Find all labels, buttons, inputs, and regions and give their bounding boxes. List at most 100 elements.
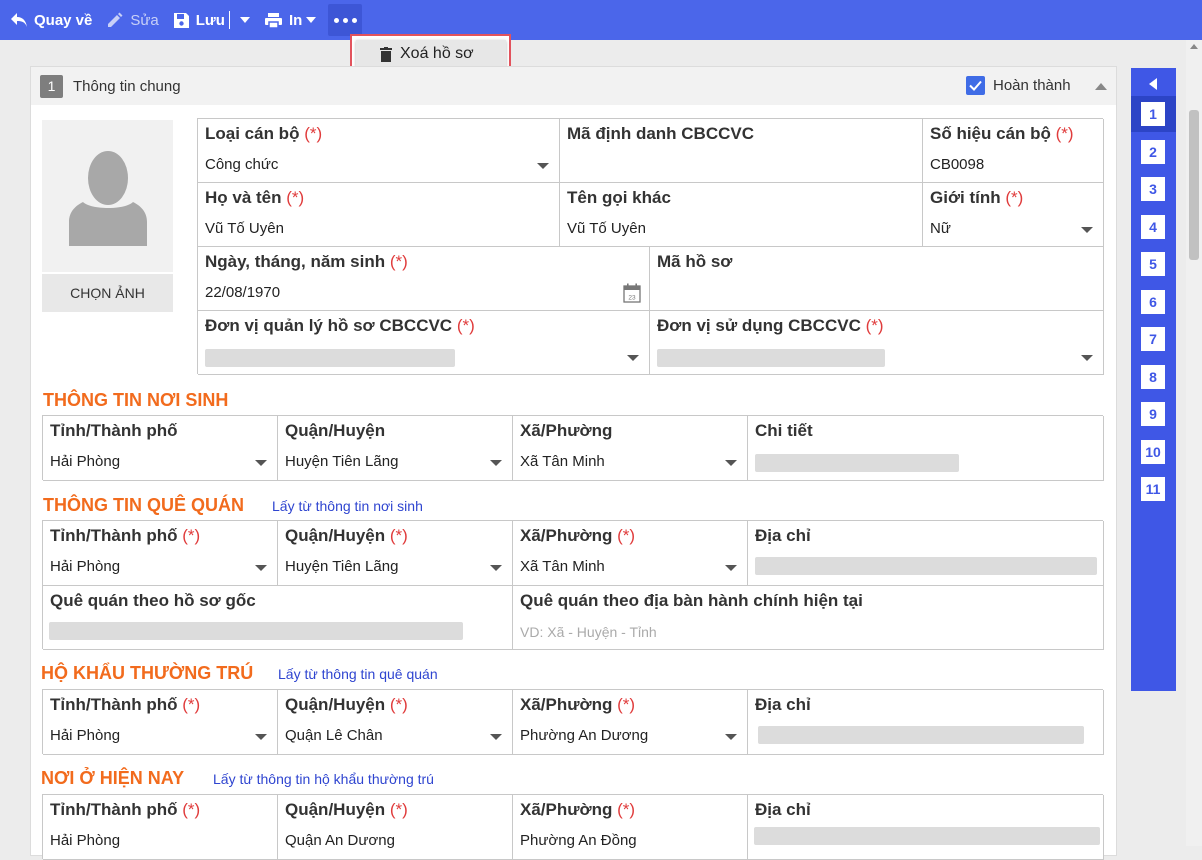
staff-type-field[interactable]: Loại cán bộ (*) Công chức [198,119,560,183]
delete-record-label: Xoá hồ sơ [400,45,474,62]
pencil-icon [108,12,123,27]
section-nav-item-1[interactable]: 1 [1141,102,1165,126]
section-nav-item-3[interactable]: 3 [1141,177,1165,201]
chevron-down-icon[interactable] [490,734,502,740]
print-label: In [288,11,303,29]
field-value: Nữ [930,220,951,237]
save-button[interactable]: Lưu [173,0,225,40]
toolbar-divider [228,11,230,29]
edit-button[interactable]: Sửa [106,0,159,40]
birth-date-field[interactable]: Ngày, tháng, năm sinh (*) 22/08/1970 23 [198,247,650,311]
chevron-down-icon[interactable] [725,565,737,571]
using-unit-field[interactable]: Đơn vị sử dụng CBCCVC (*) [650,311,1104,375]
birth-district-field[interactable]: Quận/Huyện Huyện Tiên Lãng [278,416,513,481]
birth-detail-field[interactable]: Chi tiết [748,416,1104,481]
section-nav-item-8[interactable]: 8 [1141,364,1165,389]
field-label: Quận/Huyện [285,421,386,440]
other-name-field[interactable]: Tên gọi khác Vũ Tố Uyên [560,183,923,247]
staff-number-field[interactable]: Số hiệu cán bộ (*) CB0098 [923,119,1104,183]
field-value: Phường An Đồng [520,832,637,849]
delete-record-menu-item[interactable]: Xoá hồ sơ [356,40,506,68]
section-header[interactable]: 1 Thông tin chung Hoàn thành [31,67,1116,105]
chevron-down-icon[interactable] [1081,227,1093,233]
field-label: Xã/Phường [520,421,613,440]
hometown-original-field[interactable]: Quê quán theo hồ sơ gốc [43,586,513,650]
vertical-scrollbar[interactable] [1186,40,1202,846]
chevron-down-icon[interactable] [537,163,549,169]
birth-place-grid: Tỉnh/Thành phố Hải Phòng Quận/Huyện Huyệ… [42,415,1104,481]
field-value: Hải Phòng [50,558,121,575]
staff-id-field[interactable]: Mã định danh CBCCVC [560,119,923,183]
current-district-field[interactable]: Quận/Huyện (*) Quận An Dương [278,795,513,860]
birth-province-field[interactable]: Tỉnh/Thành phố Hải Phòng [43,416,278,481]
gender-field[interactable]: Giới tính (*) Nữ [923,183,1104,247]
section-nav-item-5[interactable]: 5 [1141,252,1165,276]
current-ward-field[interactable]: Xã/Phường (*) Phường An Đồng [513,795,748,860]
field-label: Xã/Phường (*) [520,695,636,714]
residence-district-field[interactable]: Quận/Huyện (*) Quận Lê Chân [278,690,513,755]
calendar-icon[interactable]: 23 [623,283,641,303]
choose-photo-button[interactable]: CHỌN ẢNH [42,274,173,312]
field-value: Công chức [205,156,279,173]
done-checkbox[interactable]: Hoàn thành [966,76,1071,95]
chevron-down-icon[interactable] [490,565,502,571]
collapse-up-icon[interactable] [1095,83,1107,90]
birth-ward-field[interactable]: Xã/Phường Xã Tân Minh [513,416,748,481]
section-nav-item-10[interactable]: 10 [1141,439,1165,464]
copy-from-birth-place-link[interactable]: Lấy từ thông tin nơi sinh [272,498,423,514]
hometown-province-field[interactable]: Tỉnh/Thành phố (*) Hải Phòng [43,521,278,586]
field-value: Xã Tân Minh [520,453,605,470]
field-label: Quận/Huyện (*) [285,526,408,545]
field-placeholder: VD: Xã - Huyện - Tỉnh [520,624,657,640]
dot-icon [333,17,339,23]
back-button[interactable]: Quay về [10,0,92,40]
hometown-ward-field[interactable]: Xã/Phường (*) Xã Tân Minh [513,521,748,586]
copy-from-hometown-link[interactable]: Lấy từ thông tin quê quán [278,666,438,682]
chevron-down-icon[interactable] [255,460,267,466]
collapse-left-icon[interactable] [1149,78,1157,90]
more-options-button[interactable] [328,4,363,36]
chevron-down-icon[interactable] [725,734,737,740]
chevron-down-icon[interactable] [255,565,267,571]
toolbar: Quay về Sửa Lưu In [0,0,1202,40]
hometown-district-field[interactable]: Quận/Huyện (*) Huyện Tiên Lãng [278,521,513,586]
residence-address-field[interactable]: Địa chỉ [748,690,1104,755]
field-label: Đơn vị quản lý hồ sơ CBCCVC (*) [205,316,475,335]
chevron-down-icon[interactable] [490,460,502,466]
section-nav-item-6[interactable]: 6 [1141,289,1165,314]
section-nav-item-9[interactable]: 9 [1141,402,1165,426]
permanent-residence-heading: HỘ KHẨU THƯỜNG TRÚ [41,663,254,683]
hometown-current-field[interactable]: Quê quán theo địa bàn hành chính hiện tạ… [513,586,1104,650]
chevron-down-icon[interactable] [627,355,639,361]
section-nav-item-11[interactable]: 11 [1141,477,1165,501]
field-label: Tỉnh/Thành phố [50,421,178,440]
print-button[interactable]: In [264,0,302,40]
residence-province-field[interactable]: Tỉnh/Thành phố (*) Hải Phòng [43,690,278,755]
chevron-down-icon[interactable] [725,460,737,466]
managing-unit-field[interactable]: Đơn vị quản lý hồ sơ CBCCVC (*) [198,311,650,375]
field-label: Đơn vị sử dụng CBCCVC (*) [657,316,884,335]
chevron-down-icon[interactable] [255,734,267,740]
current-residence-heading: NƠI Ở HIỆN NAY [41,768,185,788]
full-name-field[interactable]: Họ và tên (*) Vũ Tố Uyên [198,183,560,247]
copy-from-permanent-residence-link[interactable]: Lấy từ thông tin hộ khẩu thường trú [213,771,434,787]
field-value: Vũ Tố Uyên [205,220,284,237]
section-nav-item-2[interactable]: 2 [1141,139,1165,164]
hometown-address-field[interactable]: Địa chỉ [748,521,1104,586]
save-menu-caret-icon[interactable] [239,17,250,23]
field-label: Chi tiết [755,421,813,440]
scrollbar-thumb[interactable] [1189,110,1199,260]
section-nav-item-4[interactable]: 4 [1141,214,1165,239]
record-code-field[interactable]: Mã hồ sơ [650,247,1104,311]
scroll-up-arrow-icon[interactable] [1190,44,1198,49]
print-menu-caret-icon[interactable] [306,17,317,23]
field-label: Địa chỉ [755,695,811,714]
redacted-value [755,454,959,472]
residence-ward-field[interactable]: Xã/Phường (*) Phường An Dương [513,690,748,755]
section-nav-item-7[interactable]: 7 [1141,327,1165,351]
checkbox-checked-icon [966,76,985,95]
chevron-down-icon[interactable] [1081,355,1093,361]
current-province-field[interactable]: Tỉnh/Thành phố (*) Hải Phòng [43,795,278,860]
field-label: Ngày, tháng, năm sinh (*) [205,252,408,271]
current-address-field[interactable]: Địa chỉ [748,795,1104,860]
